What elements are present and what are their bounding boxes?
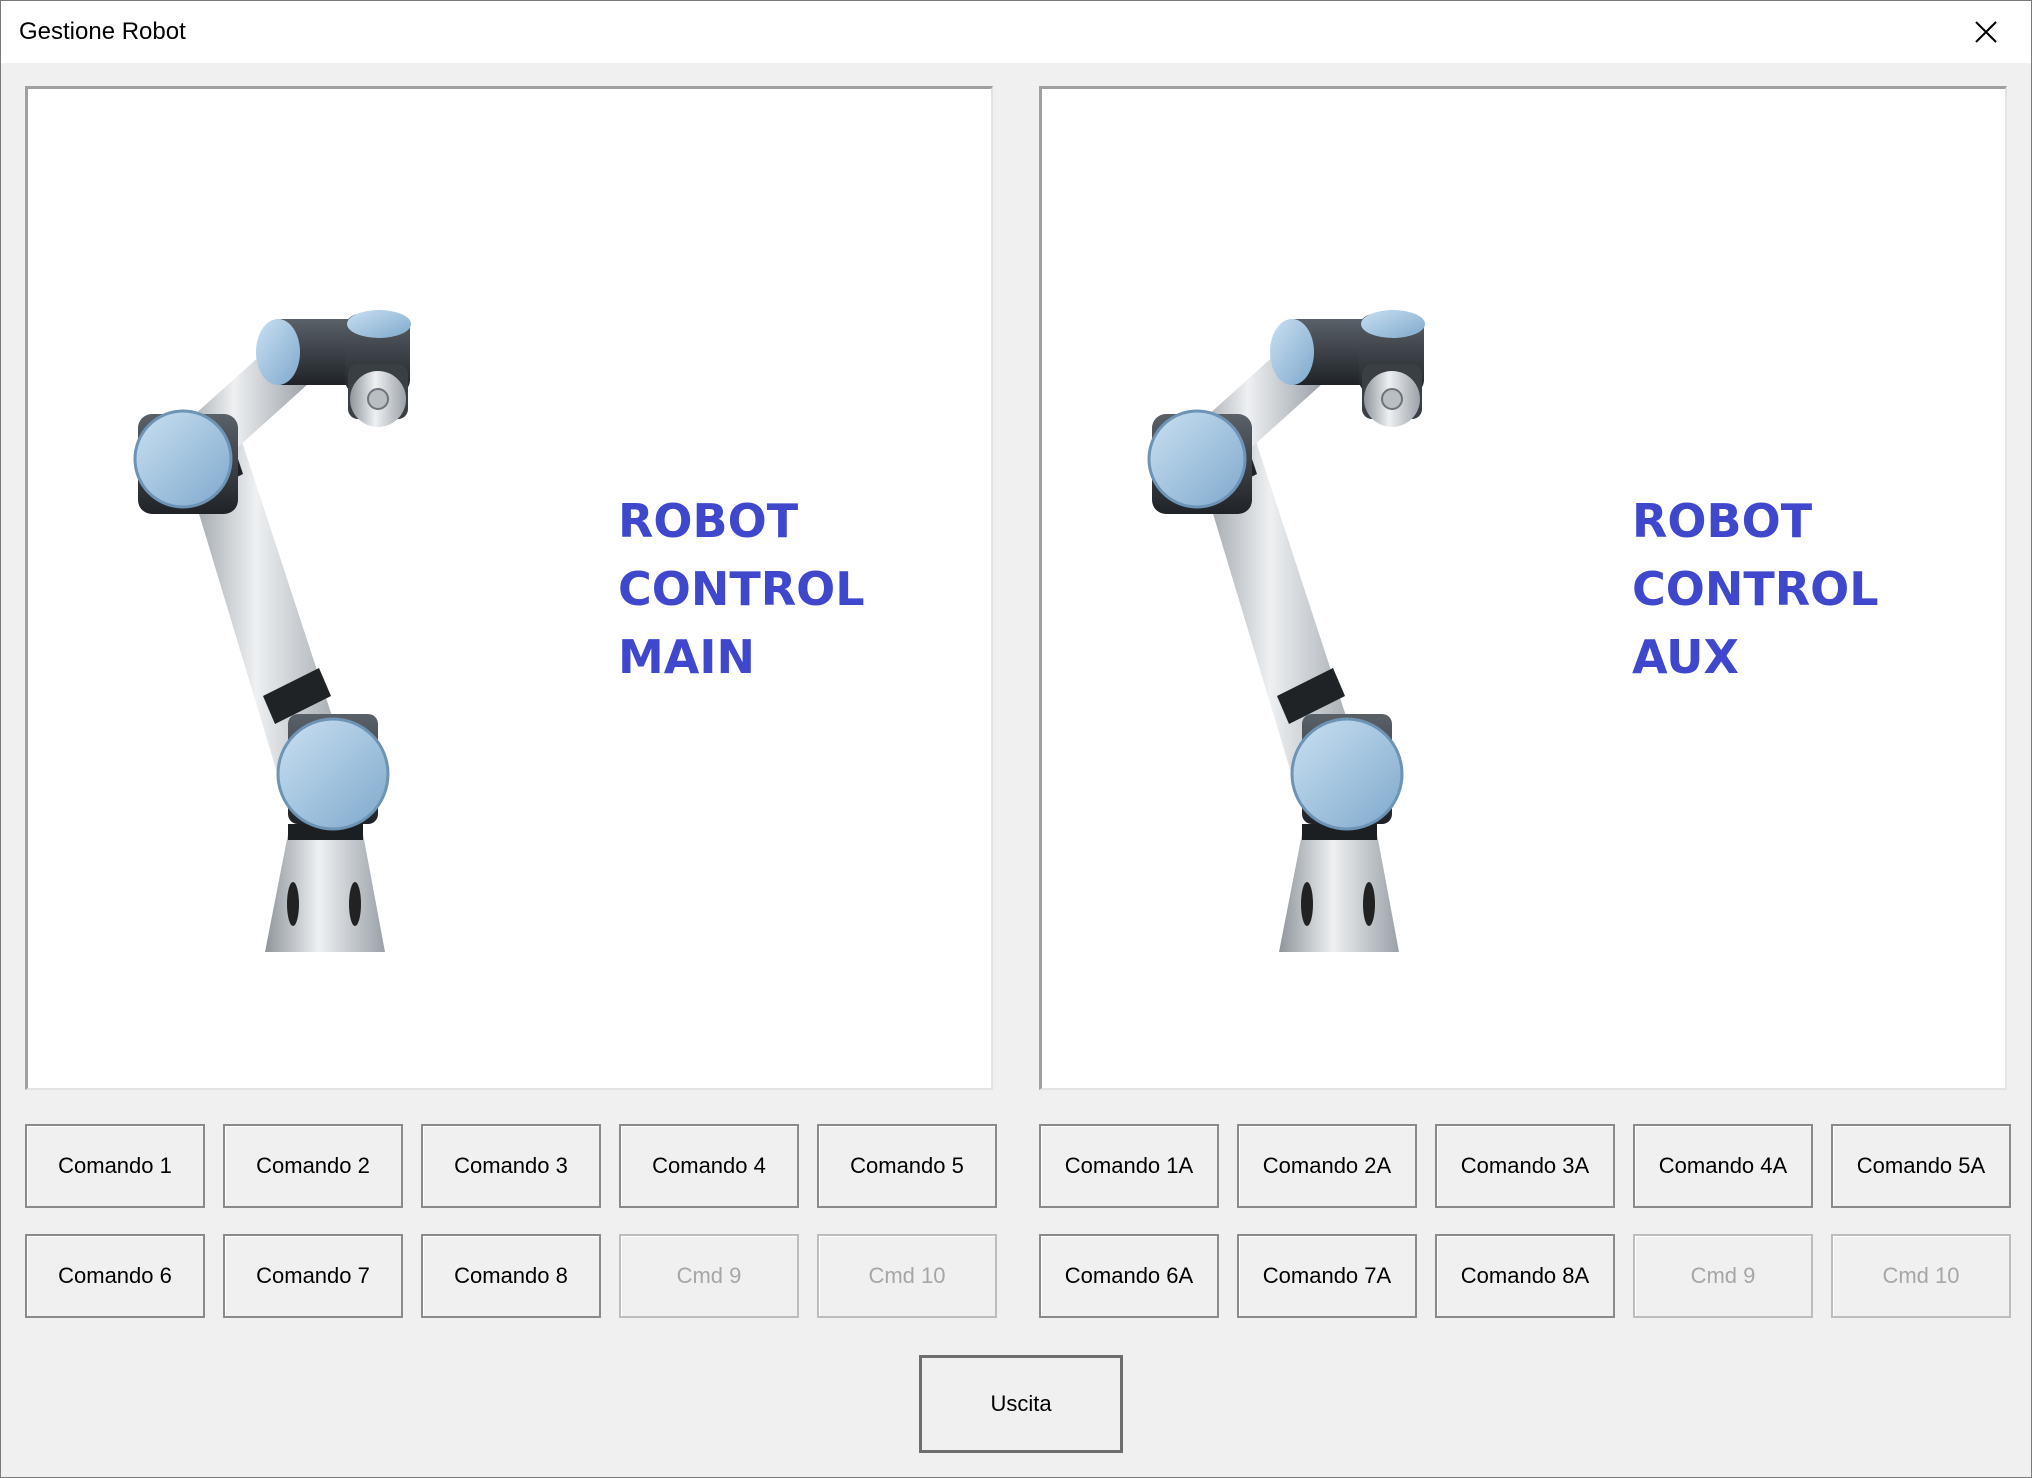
command-8-button[interactable]: Comando 8 bbox=[421, 1234, 601, 1318]
robot-aux-label: ROBOT CONTROL AUX bbox=[1632, 487, 1879, 691]
robot-arm-image bbox=[1147, 310, 1425, 952]
title-bar: Gestione Robot bbox=[1, 1, 2031, 63]
command-4-button[interactable]: Comando 4 bbox=[619, 1124, 799, 1208]
label-line: MAIN bbox=[618, 630, 755, 684]
label-line: CONTROL bbox=[1632, 562, 1879, 616]
robot-main-panel: ROBOT CONTROL MAIN bbox=[25, 86, 993, 1090]
label-line: ROBOT bbox=[618, 494, 799, 548]
cmd-9-button[interactable]: Cmd 9 bbox=[619, 1234, 799, 1318]
command-3-button[interactable]: Comando 3 bbox=[421, 1124, 601, 1208]
command-6a-button[interactable]: Comando 6A bbox=[1039, 1234, 1219, 1318]
exit-button[interactable]: Uscita bbox=[919, 1355, 1123, 1453]
cmd-10-aux-button[interactable]: Cmd 10 bbox=[1831, 1234, 2011, 1318]
command-6-button[interactable]: Comando 6 bbox=[25, 1234, 205, 1318]
command-4a-button[interactable]: Comando 4A bbox=[1633, 1124, 1813, 1208]
close-icon bbox=[1975, 21, 1997, 43]
label-line: AUX bbox=[1632, 630, 1740, 684]
robot-main-label: ROBOT CONTROL MAIN bbox=[618, 487, 865, 691]
robot-aux-panel: ROBOT CONTROL AUX bbox=[1039, 86, 2007, 1090]
app-window: Gestione Robot ROBOT CONTROL MAIN ROBOT … bbox=[0, 0, 2032, 1478]
command-1-button[interactable]: Comando 1 bbox=[25, 1124, 205, 1208]
command-8a-button[interactable]: Comando 8A bbox=[1435, 1234, 1615, 1318]
close-button[interactable] bbox=[1941, 1, 2031, 63]
command-1a-button[interactable]: Comando 1A bbox=[1039, 1124, 1219, 1208]
command-5-button[interactable]: Comando 5 bbox=[817, 1124, 997, 1208]
command-7-button[interactable]: Comando 7 bbox=[223, 1234, 403, 1318]
window-title: Gestione Robot bbox=[19, 18, 186, 45]
command-2a-button[interactable]: Comando 2A bbox=[1237, 1124, 1417, 1208]
command-5a-button[interactable]: Comando 5A bbox=[1831, 1124, 2011, 1208]
command-2-button[interactable]: Comando 2 bbox=[223, 1124, 403, 1208]
robot-arm-image bbox=[133, 310, 411, 952]
command-7a-button[interactable]: Comando 7A bbox=[1237, 1234, 1417, 1318]
label-line: ROBOT bbox=[1632, 494, 1813, 548]
label-line: CONTROL bbox=[618, 562, 865, 616]
cmd-9-aux-button[interactable]: Cmd 9 bbox=[1633, 1234, 1813, 1318]
command-3a-button[interactable]: Comando 3A bbox=[1435, 1124, 1615, 1208]
cmd-10-button[interactable]: Cmd 10 bbox=[817, 1234, 997, 1318]
